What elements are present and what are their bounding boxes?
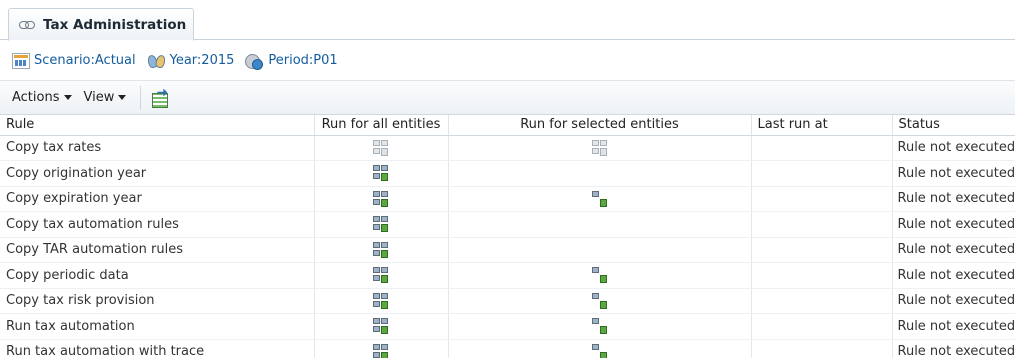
status-cell: Rule not executed	[892, 211, 1015, 238]
run-all-entities-icon[interactable]	[373, 216, 389, 233]
rule-name-cell: Copy origination year	[0, 160, 315, 187]
run-selected-cell	[448, 135, 752, 161]
rule-name-cell: Copy TAR automation rules	[0, 237, 315, 263]
run-selected-cell	[448, 237, 752, 263]
link-icon	[19, 20, 35, 30]
pov-year-label: Year:2015	[169, 53, 235, 68]
view-menu-label: View	[83, 90, 115, 105]
table-row[interactable]: Copy tax automation rules Rule not execut…	[0, 211, 1015, 238]
year-icon	[146, 53, 166, 69]
run-selected-cell	[448, 313, 752, 340]
run-selected-cell	[448, 160, 752, 187]
export-to-excel-icon[interactable]	[149, 89, 169, 108]
run-selected-entities-icon[interactable]	[591, 292, 608, 309]
tab-title: Tax Administration	[43, 16, 187, 33]
table-header-row: Rule Run for all entities Run for select…	[0, 115, 1015, 136]
pov-scenario[interactable]: Scenario:Actual	[12, 52, 136, 69]
period-icon	[244, 53, 264, 70]
run-all-cell	[314, 186, 449, 212]
table-row[interactable]: Copy tax risk provision Rule not executed	[0, 288, 1015, 314]
toolbar: Actions View	[0, 81, 1015, 115]
run-selected-cell	[448, 339, 752, 358]
run-selected-entities-icon[interactable]	[591, 318, 608, 335]
run-all-cell	[314, 237, 449, 263]
status-cell: Rule not executed	[892, 186, 1015, 212]
column-header-status[interactable]: Status	[892, 115, 1015, 136]
run-all-entities-icon[interactable]	[373, 318, 389, 335]
run-all-cell	[314, 339, 449, 358]
status-cell: Rule not executed	[892, 160, 1015, 187]
tab-tax-administration[interactable]: Tax Administration	[8, 8, 194, 41]
last-run-cell	[751, 262, 893, 289]
toolbar-divider	[140, 85, 142, 110]
pov-period-label: Period:P01	[268, 53, 338, 68]
status-cell: Rule not executed	[892, 288, 1015, 314]
run-selected-cell	[448, 186, 752, 212]
last-run-cell	[751, 339, 893, 358]
status-cell: Rule not executed	[892, 262, 1015, 289]
actions-menu-button[interactable]: Actions	[12, 90, 72, 105]
run-all-entities-icon	[591, 139, 608, 156]
table-row[interactable]: Run tax automation with trace Rule not ex…	[0, 339, 1015, 358]
status-cell: Rule not executed	[892, 313, 1015, 340]
tab-bar: Tax Administration	[0, 0, 1015, 41]
column-header-run-selected[interactable]: Run for selected entities	[448, 115, 752, 136]
table-row[interactable]: Copy periodic data Rule not executed	[0, 262, 1015, 289]
column-header-run-all[interactable]: Run for all entities	[314, 115, 449, 136]
column-header-last-run[interactable]: Last run at	[751, 115, 893, 136]
run-selected-cell	[448, 262, 752, 289]
run-all-cell	[314, 313, 449, 340]
scenario-icon	[12, 52, 30, 69]
run-selected-entities-icon[interactable]	[591, 267, 608, 284]
chevron-down-icon	[63, 95, 72, 100]
view-menu-button[interactable]: View	[84, 90, 127, 105]
run-all-entities-icon[interactable]	[373, 190, 389, 207]
rule-name-cell: Copy periodic data	[0, 262, 315, 289]
column-header-rule[interactable]: Rule	[0, 115, 315, 136]
status-cell: Rule not executed	[892, 339, 1015, 358]
run-selected-entities-icon[interactable]	[591, 190, 608, 207]
run-selected-cell	[448, 211, 752, 238]
status-cell: Rule not executed	[892, 237, 1015, 263]
last-run-cell	[751, 186, 893, 212]
run-selected-entities-icon[interactable]	[591, 343, 608, 358]
last-run-cell	[751, 160, 893, 187]
status-cell: Rule not executed	[892, 135, 1015, 161]
pov-period[interactable]: Period:P01	[244, 53, 338, 70]
pov-scenario-label: Scenario:Actual	[34, 53, 136, 68]
run-all-cell	[314, 160, 449, 187]
run-selected-cell	[448, 288, 752, 314]
last-run-cell	[751, 313, 893, 340]
run-all-entities-icon[interactable]	[373, 343, 389, 358]
pov-bar: Scenario:Actual Year:2015 Period:P01	[0, 41, 1015, 81]
rule-name-cell: Copy expiration year	[0, 186, 315, 212]
rule-name-cell: Copy tax risk provision	[0, 288, 315, 314]
run-all-cell	[314, 262, 449, 289]
pov-year[interactable]: Year:2015	[146, 53, 235, 69]
run-all-entities-icon[interactable]	[373, 241, 389, 258]
chevron-down-icon	[118, 95, 127, 100]
last-run-cell	[751, 288, 893, 314]
table-row[interactable]: Run tax automation Rule not executed	[0, 313, 1015, 340]
rule-name-cell: Run tax automation with trace	[0, 339, 315, 358]
rule-name-cell: Copy tax rates	[0, 135, 315, 161]
rule-name-cell: Copy tax automation rules	[0, 211, 315, 238]
last-run-cell	[751, 237, 893, 263]
actions-menu-label: Actions	[12, 90, 60, 105]
table-row[interactable]: Copy tax rates Rule not executed	[0, 135, 1015, 161]
run-all-cell	[314, 135, 449, 161]
run-all-cell	[314, 211, 449, 238]
last-run-cell	[751, 211, 893, 238]
table-row[interactable]: Copy expiration year Rule not executed	[0, 186, 1015, 212]
run-all-entities-icon[interactable]	[373, 292, 389, 309]
run-all-entities-icon[interactable]	[373, 165, 389, 182]
table-row[interactable]: Copy origination year Rule not executed	[0, 160, 1015, 187]
run-all-entities-icon[interactable]	[373, 267, 389, 284]
rules-table: Rule Run for all entities Run for select…	[0, 115, 1015, 358]
last-run-cell	[751, 135, 893, 161]
rule-name-cell: Run tax automation	[0, 313, 315, 340]
table-row[interactable]: Copy TAR automation rules Rule not execut…	[0, 237, 1015, 263]
run-all-cell	[314, 288, 449, 314]
run-all-entities-icon	[373, 139, 389, 156]
